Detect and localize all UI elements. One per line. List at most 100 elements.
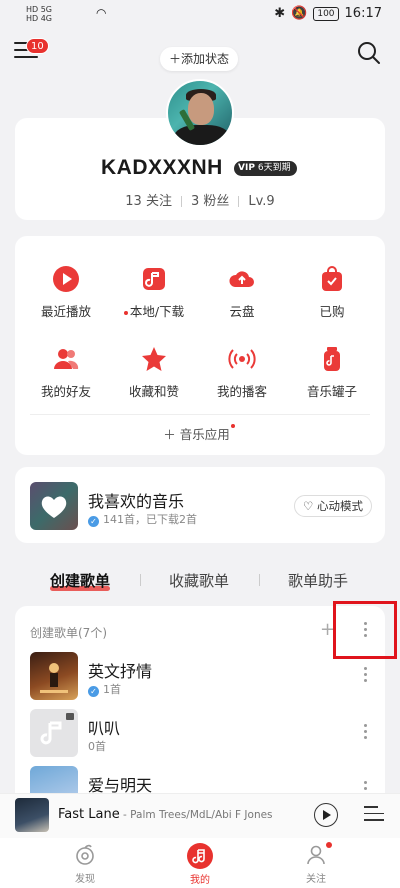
liked-music-cover[interactable] — [30, 482, 78, 530]
vip-expiry: 6天到期 — [257, 163, 291, 173]
playlist-title[interactable]: 英文抒情 — [88, 658, 152, 682]
liked-music-subtitle: ✓ 141首，已下载2首 — [88, 511, 197, 527]
playlist-count: 1首 — [103, 683, 121, 696]
follow-icon — [307, 845, 325, 865]
grid-item-purchased[interactable]: 已购 — [286, 265, 378, 320]
grid-item-label: 云盘 — [229, 304, 255, 319]
play-icon — [53, 266, 79, 292]
add-status-button[interactable]: ＋添加状态 — [160, 47, 239, 71]
playlist-more-button[interactable] — [360, 667, 370, 685]
grid-item-local[interactable]: 本地/下载 — [108, 265, 200, 320]
tab-collected-playlists[interactable]: 收藏歌单 — [169, 570, 229, 591]
check-icon: ✓ — [88, 686, 99, 697]
heart-mode-label: 心动模式 — [316, 499, 363, 513]
now-playing-info[interactable]: Fast Lane - Palm Trees/MdL/Abi F Jones — [58, 807, 273, 822]
grid-item-cloud[interactable]: 云盘 — [196, 265, 288, 320]
liked-music-count: 141首，已下载2首 — [103, 513, 197, 526]
grid-item-friends[interactable]: 我的好友 — [20, 345, 112, 400]
playlist-queue-button[interactable] — [364, 806, 384, 826]
music-apps-label: 音乐应用 — [179, 427, 230, 442]
profile-stats: 13 关注 3 粉丝 Lv.9 — [15, 190, 385, 209]
level-label[interactable]: Lv.9 — [248, 194, 274, 209]
grid-item-label: 我的播客 — [216, 384, 267, 399]
playlist-more-button[interactable] — [360, 724, 370, 742]
grid-item-label: 我的好友 — [40, 384, 91, 399]
menu-badge: 10 — [26, 38, 49, 54]
cloud-upload-icon — [229, 271, 254, 287]
bluetooth-icon: ✱ — [274, 6, 286, 21]
highlight-box — [333, 601, 397, 659]
notification-dot — [326, 842, 332, 848]
grid-item-label: 音乐罐子 — [306, 384, 357, 399]
grid-divider — [30, 414, 370, 415]
music-note-icon — [143, 268, 165, 290]
avatar[interactable] — [166, 79, 234, 147]
grid-item-label: 收藏和赞 — [128, 384, 179, 399]
username[interactable]: KADXXXNH — [101, 156, 223, 180]
vip-label: VIP — [238, 163, 255, 173]
mute-icon: 🔕 — [291, 6, 308, 21]
check-icon: ✓ — [88, 516, 99, 527]
signal-2: HD 4G — [26, 14, 53, 23]
tab-mine[interactable]: 我的 — [170, 843, 230, 886]
music-jar-icon — [324, 347, 340, 371]
grid-item-favorites[interactable]: 收藏和赞 — [108, 345, 200, 400]
grid-item-podcast[interactable]: 我的播客 — [196, 345, 288, 400]
status-right: ✱ 🔕 100 16:17 — [274, 6, 382, 21]
tab-label: 发现 — [75, 874, 95, 885]
playlist-section-header: 创建歌单(7个) — [30, 626, 107, 640]
grid-item-recent[interactable]: 最近播放 — [20, 265, 112, 320]
signal-indicators: HD 5G HD 4G — [26, 5, 52, 23]
grid-item-label: 最近播放 — [40, 304, 91, 319]
status-bar: HD 5G HD 4G ◠ ✱ 🔕 100 16:17 — [0, 0, 400, 28]
discover-icon — [76, 844, 94, 865]
follows-count[interactable]: 13 关注 — [125, 194, 172, 209]
tab-label: 关注 — [306, 874, 326, 885]
heart-mode-button[interactable]: ♡ 心动模式 — [294, 495, 372, 517]
playlist-title[interactable]: 叭叭 — [88, 715, 120, 739]
signal-1: HD 5G — [26, 5, 53, 14]
music-apps-button[interactable]: ＋ 音乐应用 — [15, 424, 385, 443]
grid-item-label: 已购 — [319, 304, 345, 319]
now-playing-cover[interactable] — [15, 798, 49, 832]
battery-indicator: 100 — [313, 6, 339, 21]
tab-created-playlists[interactable]: 创建歌单 — [50, 570, 110, 591]
wifi-icon: ◠ — [96, 6, 107, 20]
menu-line — [14, 56, 38, 58]
clock: 16:17 — [344, 6, 382, 21]
grid-item-label: 本地/下载 — [129, 304, 185, 319]
playlist-cover[interactable] — [30, 709, 78, 757]
mine-icon — [187, 843, 213, 869]
tab-label: 我的 — [190, 875, 210, 886]
heart-outline-icon: ♡ — [303, 499, 317, 513]
plus-icon: ＋ — [169, 52, 182, 66]
music-note-placeholder-icon — [40, 713, 74, 745]
liked-music-title[interactable]: 我喜欢的音乐 — [88, 488, 184, 512]
now-playing-title: Fast Lane — [58, 807, 120, 822]
playlist-cover[interactable] — [30, 766, 78, 793]
plus-icon: ＋ — [163, 427, 180, 442]
new-dot — [123, 310, 128, 315]
play-button[interactable] — [314, 803, 338, 827]
shopping-bag-icon — [322, 266, 342, 291]
playlist-count: 0首 — [88, 740, 106, 753]
add-status-label: 添加状态 — [181, 52, 230, 66]
vip-badge[interactable]: VIP 6天到期 — [234, 161, 297, 176]
tab-separator — [140, 574, 141, 586]
playlist-cover[interactable] — [30, 652, 78, 700]
grid-item-music-jar[interactable]: 音乐罐子 — [286, 345, 378, 400]
star-icon — [142, 347, 166, 371]
fans-count[interactable]: 3 粉丝 — [191, 194, 229, 209]
heart-icon — [41, 496, 67, 518]
tab-separator — [259, 574, 260, 586]
tab-follow[interactable]: 关注 — [286, 843, 346, 885]
playlist-subtitle: ✓ 1首 — [88, 681, 121, 697]
tab-playlist-assistant[interactable]: 歌单助手 — [288, 570, 348, 591]
tab-discover[interactable]: 发现 — [55, 843, 115, 885]
friends-icon — [54, 349, 79, 369]
guitarist-image — [40, 663, 68, 693]
now-playing-artist: - Palm Trees/MdL/Abi F Jones — [119, 809, 273, 821]
search-button[interactable] — [356, 40, 382, 66]
search-icon — [358, 42, 380, 64]
podcast-icon — [228, 349, 256, 369]
